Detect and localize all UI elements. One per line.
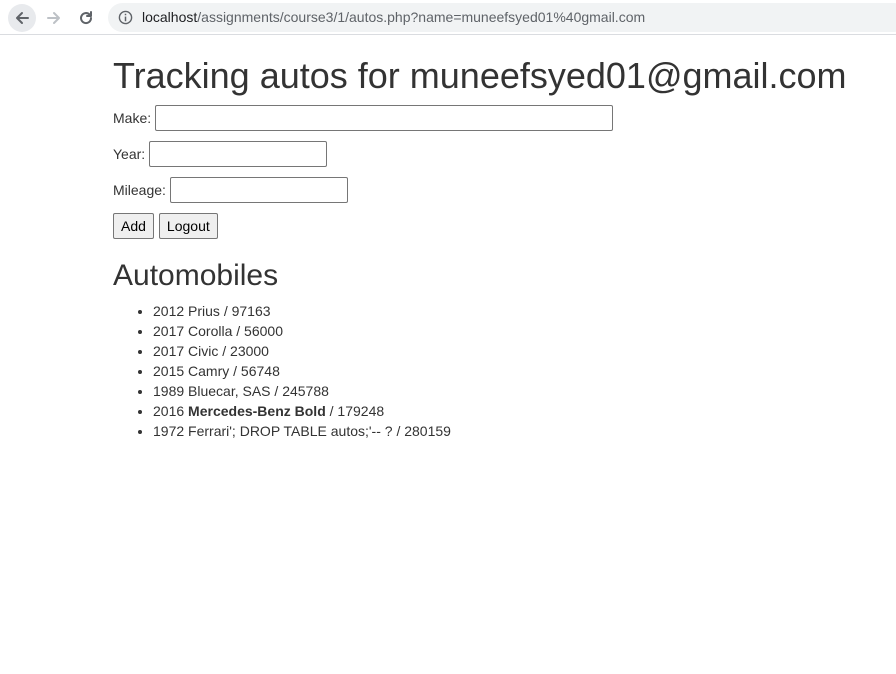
forward-button[interactable]	[40, 4, 68, 32]
info-icon[interactable]	[118, 10, 133, 25]
arrow-left-icon	[16, 12, 29, 24]
year-row: Year:	[113, 141, 328, 167]
reload-button[interactable]	[72, 4, 100, 32]
auto-text: 1972 Ferrari'; DROP TABLE autos;'-- ? / …	[153, 423, 451, 439]
auto-text: 2012 Prius / 97163	[153, 303, 271, 319]
auto-text: 2016	[153, 403, 189, 419]
make-label: Make:	[113, 110, 152, 126]
auto-bold-text: Mercedes-Benz Bold	[188, 403, 326, 419]
auto-text: 2017 Corolla / 56000	[153, 323, 283, 339]
year-label: Year:	[113, 146, 146, 162]
url-host: localhost	[142, 9, 198, 25]
auto-text-suffix: / 179248	[325, 403, 385, 419]
url-path: /assignments/course3/1/autos.php?name=mu…	[197, 9, 646, 25]
mileage-label: Mileage:	[113, 182, 166, 198]
add-button[interactable]: Add	[113, 213, 154, 239]
address-bar[interactable]: localhost/assignments/course3/1/autos.ph…	[108, 3, 896, 32]
logout-button[interactable]: Logout	[158, 213, 218, 239]
list-item: 2015 Camry / 56748	[153, 361, 451, 381]
mileage-input[interactable]	[169, 177, 348, 203]
list-item: 2017 Corolla / 56000	[153, 321, 451, 341]
button-row: Add Logout	[113, 213, 223, 239]
list-item: 2012 Prius / 97163	[153, 301, 451, 321]
list-item: 1989 Bluecar, SAS / 245788	[153, 381, 451, 401]
auto-text: 1989 Bluecar, SAS / 245788	[153, 383, 329, 399]
autos-list: 2012 Prius / 97163 2017 Corolla / 56000 …	[113, 301, 451, 441]
make-row: Make:	[113, 105, 614, 131]
page-title: Tracking autos for muneefsyed01@gmail.co…	[113, 55, 847, 96]
browser-toolbar: localhost/assignments/course3/1/autos.ph…	[0, 0, 896, 35]
list-item: 1972 Ferrari'; DROP TABLE autos;'-- ? / …	[153, 421, 451, 441]
page-content: Tracking autos for muneefsyed01@gmail.co…	[113, 55, 883, 439]
automobiles-heading: Automobiles	[113, 259, 279, 292]
auto-text: 2017 Civic / 23000	[153, 343, 269, 359]
back-button[interactable]	[8, 4, 36, 32]
auto-text: 2015 Camry / 56748	[153, 363, 280, 379]
list-item: 2017 Civic / 23000	[153, 341, 451, 361]
reload-icon	[80, 11, 93, 25]
list-item: 2016 Mercedes-Benz Bold / 179248	[153, 401, 451, 421]
url-text[interactable]: localhost/assignments/course3/1/autos.ph…	[142, 9, 645, 26]
mileage-row: Mileage:	[113, 177, 348, 203]
arrow-right-icon	[47, 12, 60, 24]
make-input[interactable]	[155, 105, 614, 131]
year-input[interactable]	[149, 141, 328, 167]
